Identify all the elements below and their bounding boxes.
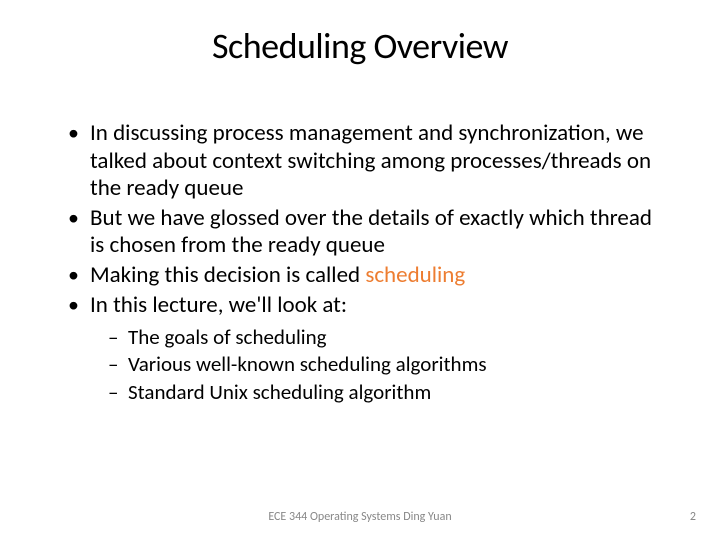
bullet-text: In discussing process management and syn… xyxy=(90,119,651,202)
main-bullet-list: In discussing process management and syn… xyxy=(62,120,670,405)
bullet-item: But we have glossed over the details of … xyxy=(62,205,670,260)
sub-bullet-item: Various well-known scheduling algorithms xyxy=(106,352,670,377)
slide-footer: ECE 344 Operating Systems Ding Yuan xyxy=(0,510,720,524)
bullet-item: Making this decision is called schedulin… xyxy=(62,262,670,290)
sub-bullet-item: Standard Unix scheduling algorithm xyxy=(106,380,670,405)
sub-bullet-text: Various well-known scheduling algorithms xyxy=(128,351,487,377)
bullet-item: In discussing process management and syn… xyxy=(62,120,670,203)
slide-content: In discussing process management and syn… xyxy=(50,120,670,405)
bullet-item: In this lecture, we'll look at: The goal… xyxy=(62,292,670,405)
sub-bullet-text: The goals of scheduling xyxy=(128,324,327,350)
page-number: 2 xyxy=(690,510,696,524)
sub-bullet-list: The goals of scheduling Various well-kno… xyxy=(90,325,670,405)
highlighted-term: scheduling xyxy=(365,261,465,289)
bullet-text: But we have glossed over the details of … xyxy=(90,204,652,260)
sub-bullet-item: The goals of scheduling xyxy=(106,325,670,350)
bullet-text: Making this decision is called xyxy=(90,261,365,289)
slide-title: Scheduling Overview xyxy=(50,24,670,68)
sub-bullet-text: Standard Unix scheduling algorithm xyxy=(128,379,431,405)
bullet-text: In this lecture, we'll look at: xyxy=(90,291,347,319)
slide-container: Scheduling Overview In discussing proces… xyxy=(0,0,720,405)
